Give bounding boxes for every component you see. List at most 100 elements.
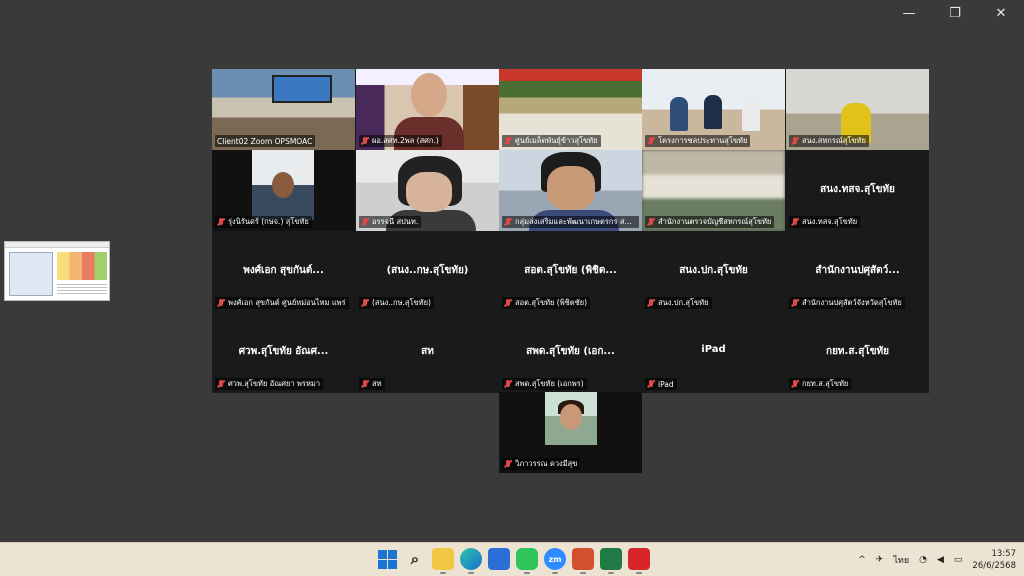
acrobat-icon[interactable]	[628, 548, 650, 574]
participant-tile[interactable]: สพด.สุโขทัย (เอก... สพด.สุโขทัย (เอกพร)	[499, 312, 642, 393]
participant-name: กยท.ส.สุโขทัย	[802, 379, 849, 388]
participant-name: สำนักงานตรวจบัญชีสหกรณ์สุโขทัย	[658, 217, 772, 226]
powerpoint-icon[interactable]	[572, 548, 594, 574]
participant-name-bar: วิภาวรรณ ดวงมีสุข	[502, 458, 581, 470]
store-icon[interactable]	[488, 548, 510, 570]
participant-name: สอต.สุโขทัย (พิชิตชัย)	[515, 298, 588, 307]
battery-icon[interactable]: ▭	[954, 555, 963, 565]
shared-screen-thumbnail[interactable]	[4, 241, 110, 301]
participant-tile[interactable]: กยท.ส.สุโขทัย กยท.ส.สุโขทัย	[786, 312, 929, 393]
participant-name-bar: ศูนย์เมล็ดพันธุ์ข้าวสุโขทัย	[502, 135, 601, 147]
participant-name: โครงการชลประทานสุโขทัย	[658, 136, 748, 145]
participant-name-bar: สพด.สุโขทัย (เอกพร)	[502, 378, 587, 390]
participant-name: ศูนย์เมล็ดพันธุ์ข้าวสุโขทัย	[515, 136, 598, 145]
clock-time: 13:57	[991, 549, 1017, 559]
participant-tile[interactable]: Client02 Zoom OPSMOAC	[212, 69, 355, 150]
participant-name-bar: สำนักงานตรวจบัญชีสหกรณ์สุโขทัย	[645, 216, 775, 228]
participant-name-bar: (สนง..กษ.สุโขทัย)	[359, 297, 434, 309]
participant-name-bar: รุ่งนิรันดร์ (กษจ.) สุโขทัย	[215, 216, 312, 228]
participant-name-bar: สำนักงานปศุสัตว์จังหวัดสุโขทัย	[789, 297, 905, 309]
participant-name: อรรจนี สปนท.	[372, 217, 419, 226]
chevron-up-icon[interactable]: ^	[858, 555, 866, 565]
participant-tile[interactable]: วิภาวรรณ ดวงมีสุข	[499, 392, 642, 473]
participant-name: กลุ่มส่งเสริมและพัฒนาเกษตรกร สนง.ก...	[515, 217, 636, 226]
participant-name: สำนักงานปศุสัตว์จังหวัดสุโขทัย	[802, 298, 902, 307]
participant-name: ผอ.สศท.2พล (สศก.)	[372, 136, 439, 145]
participant-name: สนง.ทสจ.สุโขทัย	[802, 217, 858, 226]
participant-tile[interactable]: สอต.สุโขทัย (พิชิต... สอต.สุโขทัย (พิชิต…	[499, 231, 642, 312]
participant-name-bar: iPad	[645, 378, 677, 390]
close-icon[interactable]: ✕	[978, 0, 1024, 26]
muted-mic-icon	[791, 298, 799, 308]
taskbar-apps: ⌕ zm	[376, 548, 650, 574]
clock[interactable]: 13:57 26/6/2568	[972, 548, 1016, 572]
line-icon[interactable]	[516, 548, 538, 574]
participant-name-bar: พงศ์เอก สุขกันต์ ศูนย์หม่อนไหม แพร่	[215, 297, 349, 309]
muted-mic-icon	[504, 217, 512, 227]
clock-date: 26/6/2568	[972, 561, 1016, 571]
participant-name-bar: โครงการชลประทานสุโขทัย	[645, 135, 751, 147]
participant-tile[interactable]: iPad iPad	[642, 312, 785, 393]
volume-icon[interactable]: ◀	[937, 555, 944, 565]
participant-display-name: สนง.ปก.สุโขทัย	[679, 265, 748, 276]
participant-display-name: สนง.ทสจ.สุโขทัย	[820, 184, 895, 195]
participant-tile[interactable]: สนง.ปก.สุโขทัย สนง.ปก.สุโขทัย	[642, 231, 785, 312]
window-controls: — ❐ ✕	[886, 0, 1024, 26]
participant-name: iPad	[658, 379, 674, 389]
thumbnail-table	[57, 252, 107, 280]
video-gallery: Client02 Zoom OPSMOAC ผอ.สศท.2พล (สศก.) …	[212, 69, 929, 393]
muted-mic-icon	[217, 217, 225, 227]
participant-display-name: กยท.ส.สุโขทัย	[826, 346, 889, 357]
muted-mic-icon	[504, 379, 512, 389]
search-icon[interactable]: ⌕	[404, 548, 426, 570]
excel-icon[interactable]	[600, 548, 622, 574]
participant-tile[interactable]: พงศ์เอก สุขกันต์... พงศ์เอก สุขกันต์ ศูน…	[212, 231, 355, 312]
muted-mic-icon	[217, 379, 225, 389]
participant-name: Client02 Zoom OPSMOAC	[217, 136, 313, 146]
participant-tile[interactable]: (สนง..กษ.สุโขทัย) (สนง..กษ.สุโขทัย)	[356, 231, 499, 312]
zoom-icon[interactable]: zm	[544, 548, 566, 574]
restore-icon[interactable]: ❐	[932, 0, 978, 26]
wifi-icon[interactable]: ◔	[919, 555, 927, 565]
participant-display-name: พงศ์เอก สุขกันต์...	[243, 265, 324, 276]
participant-tile[interactable]: กลุ่มส่งเสริมและพัฒนาเกษตรกร สนง.ก...	[499, 150, 642, 231]
edge-icon[interactable]	[460, 548, 482, 574]
participant-tile[interactable]: ศูนย์เมล็ดพันธุ์ข้าวสุโขทัย	[499, 69, 642, 150]
participant-name: (สนง..กษ.สุโขทัย)	[372, 298, 431, 307]
participant-tile[interactable]: อรรจนี สปนท.	[356, 150, 499, 231]
participant-tile[interactable]: สำนักงานตรวจบัญชีสหกรณ์สุโขทัย	[642, 150, 785, 231]
participant-display-name: สท	[421, 346, 434, 357]
muted-mic-icon	[504, 298, 512, 308]
participant-tile[interactable]: สนง.ทสจ.สุโขทัย สนง.ทสจ.สุโขทัย	[786, 150, 929, 231]
muted-mic-icon	[791, 136, 799, 146]
minimize-icon[interactable]: —	[886, 0, 932, 26]
muted-mic-icon	[504, 459, 512, 469]
participant-display-name: สอต.สุโขทัย (พิชิต...	[524, 265, 617, 276]
system-tray: ^ ✈ ไทย ◔ ◀ ▭ 13:57 26/6/2568	[858, 543, 1016, 576]
participant-tile[interactable]: ศวพ.สุโขทัย อัณศ... ศวพ.สุโขทัย อัณศยา พ…	[212, 312, 355, 393]
participant-name: ศวพ.สุโขทัย อัณศยา พรหมา	[228, 379, 321, 388]
file-explorer-icon[interactable]	[432, 548, 454, 574]
participant-tile[interactable]: ผอ.สศท.2พล (สศก.)	[356, 69, 499, 150]
participant-tile-active-speaker[interactable]: โครงการชลประทานสุโขทัย	[642, 69, 785, 150]
participant-display-name: ศวพ.สุโขทัย อัณศ...	[238, 346, 329, 357]
participant-tile[interactable]: สท สท	[356, 312, 499, 393]
participant-name-bar: สนง.ปก.สุโขทัย	[645, 297, 712, 309]
participant-tile[interactable]: สำนักงานปศุสัตว์... สำนักงานปศุสัตว์จังห…	[786, 231, 929, 312]
start-icon[interactable]	[376, 548, 398, 570]
muted-mic-icon	[647, 217, 655, 227]
muted-mic-icon	[647, 298, 655, 308]
muted-mic-icon	[504, 136, 512, 146]
language-indicator[interactable]: ไทย	[893, 553, 909, 567]
participant-name-bar: สอต.สุโขทัย (พิชิตชัย)	[502, 297, 591, 309]
network-status-icon[interactable]: ✈	[876, 555, 884, 565]
participant-name: สท	[372, 379, 382, 388]
muted-mic-icon	[361, 298, 369, 308]
thumbnail-text	[57, 284, 107, 296]
participant-name: วิภาวรรณ ดวงมีสุข	[515, 459, 578, 468]
muted-mic-icon	[791, 379, 799, 389]
participant-tile[interactable]: สนง.สหกรณ์สุโขทัย	[786, 69, 929, 150]
thumbnail-header	[5, 242, 109, 248]
participant-tile[interactable]: รุ่งนิรันดร์ (กษจ.) สุโขทัย	[212, 150, 355, 231]
muted-mic-icon	[647, 379, 655, 389]
